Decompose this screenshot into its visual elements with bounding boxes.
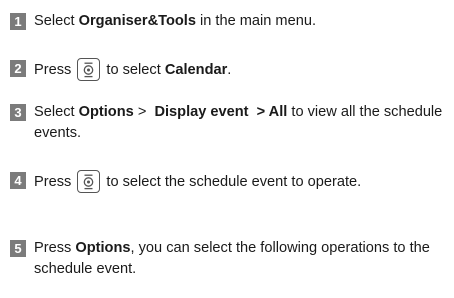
step-number-badge: 2 [10, 60, 26, 77]
step-number-badge: 4 [10, 172, 26, 189]
step-number-badge: 5 [10, 240, 26, 257]
step-instruction: Press Options, you can select the follow… [34, 238, 446, 280]
step-instruction: Press to select Calendar. [34, 58, 446, 81]
step-text-segment: Press [34, 240, 76, 256]
step-text-segment: Select [34, 13, 79, 29]
step-instruction: Select Options > Display event > All to … [34, 102, 446, 144]
menu-item-name: Organiser&Tools [78, 13, 196, 29]
step-instruction: Select Organiser&Tools in the main menu. [34, 11, 446, 32]
navigation-center-key-icon [77, 170, 101, 193]
step-text-segment: Press [34, 62, 76, 78]
navigation-center-key-icon [77, 58, 101, 81]
step-text-segment: to select [102, 62, 165, 78]
step-instruction: Press to select the schedule event to op… [34, 170, 446, 193]
step-text-segment: to select the schedule event to operate. [102, 174, 362, 190]
step-text-segment: Press [34, 174, 76, 190]
step-text-segment: Select [34, 104, 79, 120]
step-text-segment: . [227, 62, 232, 78]
step-number-badge: 3 [10, 104, 26, 121]
menu-path-separator: > [133, 104, 155, 120]
menu-item-name: Display event > All [154, 104, 288, 120]
menu-item-name: Options [78, 104, 134, 120]
menu-item-name: Calendar [164, 62, 228, 78]
step-number-badge: 1 [10, 13, 26, 30]
step-text-segment: in the main menu. [195, 13, 316, 29]
menu-item-name: Options [75, 240, 131, 256]
